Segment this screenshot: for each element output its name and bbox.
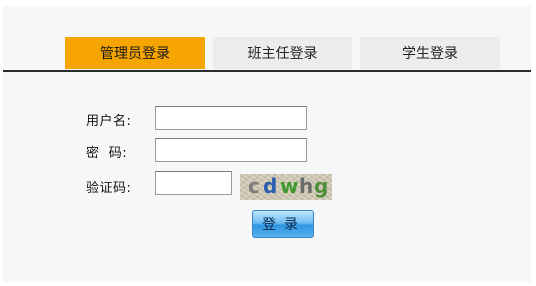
captcha-char: c: [248, 174, 260, 198]
captcha-char: h: [299, 174, 314, 198]
captcha-char: d: [263, 174, 278, 198]
captcha-image[interactable]: c d w h g: [240, 174, 332, 200]
tab-student-login[interactable]: 学生登录: [360, 37, 500, 69]
tab-underline: [3, 70, 531, 72]
captcha-char: g: [314, 174, 329, 198]
password-input[interactable]: [155, 138, 307, 162]
tab-admin-login[interactable]: 管理员登录: [65, 37, 205, 69]
captcha-char: w: [280, 174, 299, 198]
username-label: 用户名:: [86, 114, 132, 129]
captcha-input[interactable]: [155, 171, 232, 195]
password-label: 密 码:: [86, 146, 128, 161]
username-input[interactable]: [155, 106, 307, 130]
login-button[interactable]: 登录: [252, 210, 314, 238]
tab-teacher-login[interactable]: 班主任登录: [213, 37, 352, 69]
captcha-label: 验证码:: [86, 181, 132, 196]
